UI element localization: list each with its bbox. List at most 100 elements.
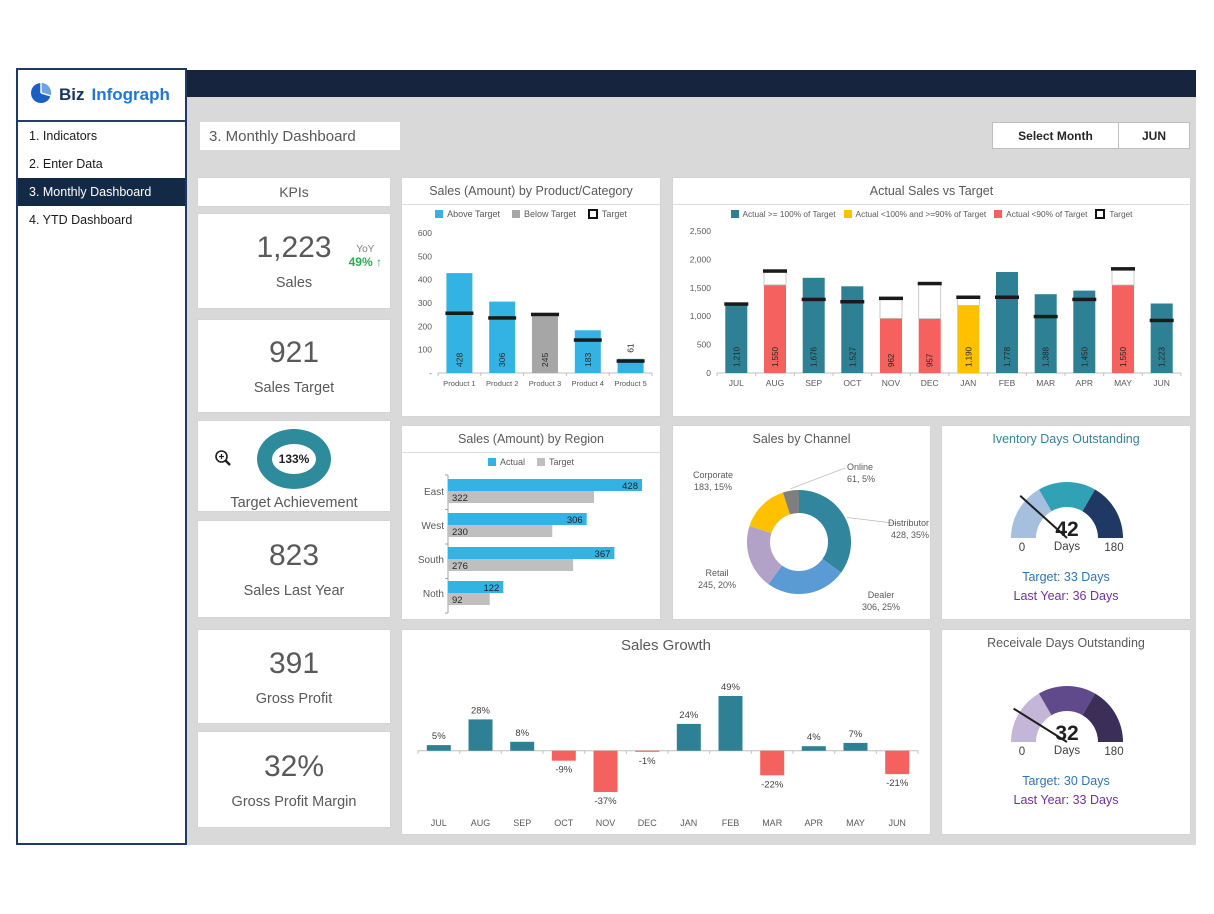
bar-value-label: 962 [887, 353, 896, 367]
inventory-gauge-card: Iventory Days Outstanding 42Days0180 Tar… [941, 425, 1191, 620]
sales-target-label: Sales Target [254, 380, 334, 396]
top-bar [187, 70, 1196, 97]
svg-text:2,000: 2,000 [690, 254, 712, 264]
target-value-label: 230 [452, 527, 468, 538]
svg-text:Product 5: Product 5 [614, 379, 647, 388]
svg-text:180: 180 [1104, 542, 1123, 554]
kpi-sales-card: 1,223 Sales YoY 49% ↑ [197, 213, 391, 309]
slice-label: Online [847, 462, 873, 472]
donut-slice [799, 490, 851, 573]
sidebar-item-1[interactable]: 1. Indicators [18, 122, 185, 150]
select-month-button[interactable]: Select Month [992, 122, 1119, 149]
legend-item: Target [588, 209, 627, 219]
gross-profit-margin-value: 32% [264, 750, 324, 784]
bar-value-label: 1,210 [732, 346, 741, 367]
svg-text:SEP: SEP [805, 378, 822, 388]
actual-bar [448, 547, 614, 559]
region-chart: East428322West306230South367276Noth12292 [402, 471, 660, 625]
legend-swatch-icon [512, 210, 520, 218]
svg-text:400: 400 [418, 275, 432, 285]
brand-name-light: Infograph [92, 85, 170, 105]
svg-text:JUN: JUN [1153, 378, 1170, 388]
gross-profit-value: 391 [269, 647, 319, 681]
kpis-header: KPIs [197, 177, 391, 207]
legend-swatch-icon [994, 210, 1002, 218]
slice-label: Distributor [888, 518, 929, 528]
svg-text:100: 100 [418, 345, 432, 355]
svg-text:Product 1: Product 1 [443, 379, 476, 388]
legend-item: Target [537, 457, 574, 467]
bar-value-label: -1% [639, 756, 656, 767]
target-marker [802, 298, 826, 302]
gauge-value: 42 [1055, 518, 1078, 541]
bar [844, 743, 868, 751]
bar-value-label: 1,388 [1042, 346, 1051, 367]
inventory-gauge-title: Iventory Days Outstanding [942, 426, 1190, 452]
svg-text:AUG: AUG [471, 818, 491, 828]
svg-text:MAY: MAY [846, 818, 865, 828]
sidebar-item-4[interactable]: 4. YTD Dashboard [18, 206, 185, 234]
svg-text:180: 180 [1104, 746, 1123, 758]
legend-item: Actual <100% and >=90% of Target [844, 209, 987, 219]
sales-value: 1,223 [256, 231, 331, 265]
sidebar-item-3[interactable]: 3. Monthly Dashboard [18, 178, 185, 206]
slice-value: 183, 15% [694, 482, 732, 492]
target-value-label: 322 [452, 493, 468, 504]
inventory-target-text: Target: 33 Days [942, 570, 1190, 584]
actual-value-label: 122 [483, 583, 499, 594]
bar-value-label: 306 [497, 353, 507, 367]
bar-value-label: 428 [454, 353, 464, 367]
target-marker [763, 269, 787, 273]
brand-name-bold: Biz [59, 85, 85, 105]
target-marker [1072, 298, 1096, 302]
target-marker [918, 282, 942, 286]
bar-value-label: 7% [849, 729, 863, 740]
growth-chart: 5%JUL28%AUG8%SEP-9%OCT-37%NOV-1%DEC24%JA… [402, 660, 930, 839]
svg-text:1,500: 1,500 [690, 283, 712, 293]
svg-text:600: 600 [418, 228, 432, 238]
slice-value: 306, 25% [862, 602, 900, 612]
legend-swatch-icon [537, 458, 545, 466]
bar-value-label: 1,676 [810, 346, 819, 367]
bar-value-label: -22% [761, 779, 784, 790]
receivable-gauge-title: Receivale Days Outstanding [942, 630, 1190, 656]
svg-text:NOV: NOV [882, 378, 901, 388]
target-marker [879, 297, 903, 301]
product-chart-legend: Above TargetBelow TargetTarget [402, 205, 660, 223]
selected-month-value[interactable]: JUN [1118, 122, 1190, 149]
receivable-last-year-text: Last Year: 33 Days [942, 793, 1190, 807]
svg-text:-: - [429, 368, 432, 378]
product-chart-title: Sales (Amount) by Product/Category [402, 178, 660, 205]
sidebar-item-2[interactable]: 2. Enter Data [18, 150, 185, 178]
bar-value-label: -21% [886, 778, 909, 789]
svg-text:South: South [418, 555, 444, 566]
slice-label: Retail [705, 568, 728, 578]
legend-item: Target [1095, 209, 1132, 219]
target-marker [488, 316, 516, 320]
target-marker [617, 359, 645, 363]
sales-last-year-value: 823 [269, 539, 319, 573]
bar [427, 745, 451, 751]
slice-value: 245, 20% [698, 580, 736, 590]
svg-text:MAY: MAY [1114, 378, 1132, 388]
legend-item: Actual [488, 457, 525, 467]
kpi-gross-profit-card: 391 Gross Profit [197, 629, 391, 724]
product-category-chart-card: Sales (Amount) by Product/Category Above… [401, 177, 661, 417]
bar-value-label: 183 [583, 353, 593, 367]
svg-text:0: 0 [1019, 542, 1025, 554]
target-legend-icon [1095, 209, 1105, 219]
bar-value-label: 1,223 [1158, 346, 1167, 367]
growth-chart-card: Sales Growth 5%JUL28%AUG8%SEP-9%OCT-37%N… [401, 629, 931, 835]
region-chart-legend: Actual Target [402, 453, 660, 471]
target-marker [445, 312, 473, 316]
legend-swatch-icon [488, 458, 496, 466]
actual-bar [448, 479, 642, 491]
dashboard-content: 3. Monthly Dashboard Select Month JUN KP… [187, 97, 1196, 845]
region-chart-title: Sales (Amount) by Region [402, 426, 660, 453]
legend-swatch-icon [731, 210, 739, 218]
svg-text:East: East [424, 487, 444, 498]
svg-text:Product 4: Product 4 [572, 379, 605, 388]
screenshot: BizInfograph 1. Indicators2. Enter Data3… [0, 0, 1214, 914]
target-value-label: 92 [452, 595, 463, 606]
bar-value-label: 5% [432, 731, 446, 742]
